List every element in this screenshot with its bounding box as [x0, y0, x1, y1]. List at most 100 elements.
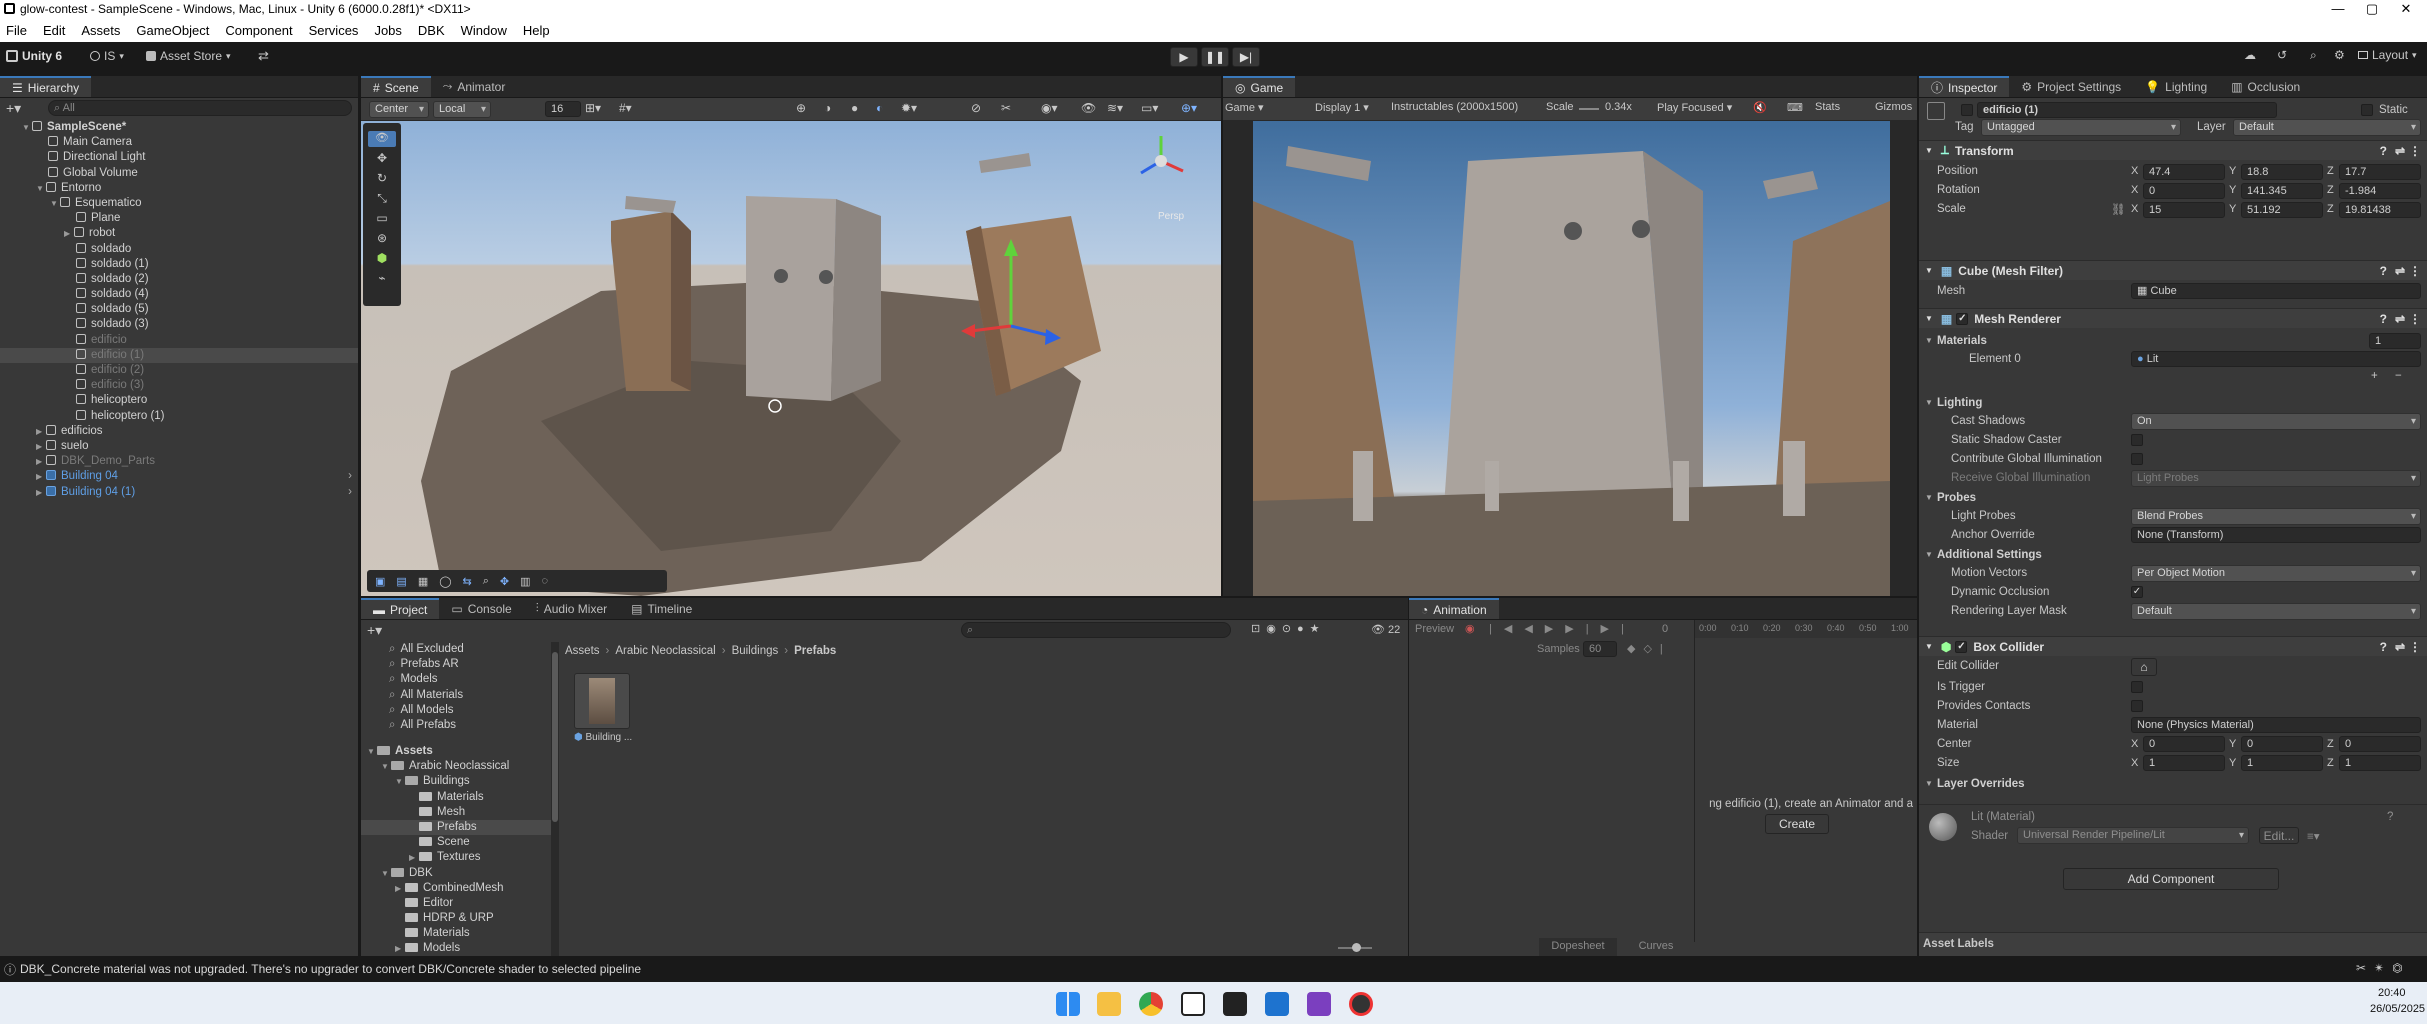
notion-icon[interactable]	[1181, 992, 1205, 1016]
project-folder[interactable]: ▼ DBK	[361, 866, 551, 881]
project-folder[interactable]: ▶ Textures	[361, 850, 551, 865]
size-z-field[interactable]: 1	[2339, 755, 2421, 771]
scene-orientation-gizmo[interactable]	[1131, 131, 1191, 191]
project-folder[interactable]: ▶ CombinedMesh	[361, 881, 551, 896]
project-search-input[interactable]: ⌕	[961, 622, 1231, 638]
rotate-tool-icon[interactable]: ↻	[368, 171, 396, 187]
collapsed-arrow-icon[interactable]: ▶	[64, 226, 74, 241]
layer-dropdown[interactable]: Default	[2233, 119, 2421, 136]
breadcrumb-item[interactable]: Assets	[565, 645, 600, 657]
tab-lighting[interactable]: 💡 Lighting	[2133, 76, 2219, 97]
size-x-field[interactable]: 1	[2143, 755, 2225, 771]
overlay-tool-9-icon[interactable]: ◌	[542, 575, 549, 587]
box-collider-header[interactable]: ▼ ⬢ ✓ Box Collider ? ⇌ ⋮	[1919, 636, 2427, 656]
project-folder[interactable]: HDRP & URP	[361, 911, 551, 926]
layout-dropdown[interactable]: Layout ▾	[2358, 48, 2417, 62]
menu-file[interactable]: File	[6, 23, 27, 38]
close-button[interactable]: ✕	[2386, 1, 2426, 17]
rotation-y-field[interactable]: 141.345	[2241, 183, 2323, 199]
menu-component[interactable]: Component	[225, 23, 292, 38]
hierarchy-item[interactable]: helicoptero (1)	[0, 409, 358, 424]
overlay-tool-7-icon[interactable]: ✥	[500, 575, 509, 588]
recording-app-icon[interactable]	[1349, 992, 1373, 1016]
view-tool-icon[interactable]: 👁	[368, 131, 396, 147]
favorite-item[interactable]: ⌕ All Excluded	[361, 642, 551, 657]
kebab-menu-icon[interactable]: ⋮	[2409, 144, 2421, 158]
collider-material-field[interactable]: None (Physics Material)	[2131, 717, 2421, 733]
motion-vectors-dropdown[interactable]: Per Object Motion	[2131, 565, 2421, 582]
transform-tool-icon[interactable]: ⊛	[368, 231, 396, 247]
project-folder[interactable]: Mesh	[361, 805, 551, 820]
scale-z-field[interactable]: 19.81438	[2339, 202, 2421, 218]
windows-start-icon[interactable]	[1056, 992, 1080, 1016]
status-bar[interactable]: ⓘ DBK_Concrete material was not upgraded…	[0, 958, 2427, 980]
favorite-item[interactable]: ⌕ Models	[361, 672, 551, 687]
frame-field[interactable]: 0	[1662, 623, 1668, 635]
collapsed-arrow-icon[interactable]: ▶	[395, 881, 405, 896]
hierarchy-item[interactable]: edificio (2)	[0, 363, 358, 378]
project-folder[interactable]: Editor	[361, 896, 551, 911]
project-folder[interactable]: ▼ Arabic Neoclassical	[361, 759, 551, 774]
scale-y-field[interactable]: 51.192	[2241, 202, 2323, 218]
breadcrumb-item[interactable]: Arabic Neoclassical	[615, 645, 715, 657]
receive-gi-dropdown[interactable]: Light Probes	[2131, 470, 2421, 487]
hierarchy-item[interactable]: soldado	[0, 242, 358, 257]
overlay-tool-8-icon[interactable]: ▥	[520, 575, 530, 588]
pause-button[interactable]: ❚❚	[1201, 47, 1229, 67]
visual-studio-icon[interactable]	[1307, 992, 1331, 1016]
edit-collider-button[interactable]: ⌂	[2131, 658, 2157, 676]
gizmos-icon[interactable]: ⊕▾	[1181, 101, 1197, 115]
collapsed-arrow-icon[interactable]: ▶	[36, 439, 46, 454]
kebab-menu-icon[interactable]: ⋮	[2409, 264, 2421, 278]
scale-tool-icon[interactable]: ⤡	[368, 191, 396, 207]
rotation-x-field[interactable]: 0	[2143, 183, 2225, 199]
thumbnail-size-slider[interactable]	[1338, 943, 1372, 952]
grid-size-field[interactable]: 16	[545, 101, 581, 117]
light-probes-dropdown[interactable]: Blend Probes	[2131, 508, 2421, 525]
breadcrumb-item[interactable]: Prefabs	[794, 645, 836, 657]
expanded-arrow-icon[interactable]: ▼	[381, 866, 391, 881]
hierarchy-item[interactable]: edificio (1)	[0, 347, 358, 363]
preset-icon[interactable]: ⇌	[2395, 264, 2405, 278]
mute-audio-icon[interactable]: 🔇	[1753, 101, 1767, 114]
foldout-arrow-icon[interactable]: ▼	[1925, 398, 1933, 407]
expanded-arrow-icon[interactable]: ▼	[381, 759, 391, 774]
tab-scene[interactable]: # Scene	[361, 76, 431, 97]
status-icons[interactable]: ✂✴⏣	[2356, 961, 2411, 975]
project-folder[interactable]: Materials	[361, 926, 551, 941]
element0-field[interactable]: ● Lit	[2131, 351, 2421, 367]
hierarchy-item[interactable]: ▶ edificios	[0, 424, 358, 439]
hierarchy-item[interactable]: ▶ Building 04 ›	[0, 469, 358, 484]
key-icons[interactable]: ◆◇|	[1627, 642, 1671, 655]
audio-icon[interactable]: ✂	[1001, 101, 1011, 115]
overlay-tool-3-icon[interactable]: ▦	[418, 575, 428, 588]
preset-icon[interactable]: ⇌	[2395, 312, 2405, 326]
scale-slider[interactable]	[1579, 108, 1599, 110]
materials-count-field[interactable]: 1	[2369, 333, 2421, 349]
overlay-tool-5-icon[interactable]: ⇆	[463, 575, 472, 588]
snap-icon[interactable]: ⊞▾	[585, 101, 601, 115]
add-material-button[interactable]: +	[2371, 370, 2378, 382]
kebab-menu-icon[interactable]: ⋮	[2409, 640, 2421, 654]
constrain-proportions-icon[interactable]: ⛓	[2111, 202, 2126, 216]
hierarchy-item[interactable]: edificio	[0, 333, 358, 348]
hierarchy-search-input[interactable]: ⌕ All	[48, 100, 352, 116]
foldout-arrow-icon[interactable]: ▼	[1925, 336, 1933, 345]
tab-animator[interactable]: ⤳ Animator	[431, 76, 518, 97]
version-control-icon[interactable]: ⇄	[258, 48, 269, 64]
hierarchy-item[interactable]: soldado (4)	[0, 287, 358, 302]
unity-hub-icon[interactable]	[1223, 992, 1247, 1016]
gizmos-button[interactable]: Gizmos	[1875, 101, 1912, 113]
project-tree-scrollbar[interactable]	[551, 642, 559, 956]
material-menu-icon[interactable]: ≡▾	[2307, 829, 2319, 843]
probes-section[interactable]: Probes	[1937, 492, 1976, 504]
project-folder[interactable]: Materials	[361, 790, 551, 805]
org-button[interactable]: IS ▾	[90, 49, 124, 63]
position-x-field[interactable]: 47.4	[2143, 164, 2225, 180]
tab-occlusion[interactable]: ▥ Occlusion	[2219, 76, 2312, 97]
layer-overrides-section[interactable]: Layer Overrides	[1937, 778, 2025, 790]
tab-audio-mixer[interactable]: ⫶ Audio Mixer	[524, 598, 619, 619]
space-dropdown[interactable]: Local	[433, 101, 491, 118]
help-icon[interactable]: ?	[2380, 640, 2387, 654]
dopesheet-tab[interactable]: Dopesheet	[1539, 938, 1617, 956]
